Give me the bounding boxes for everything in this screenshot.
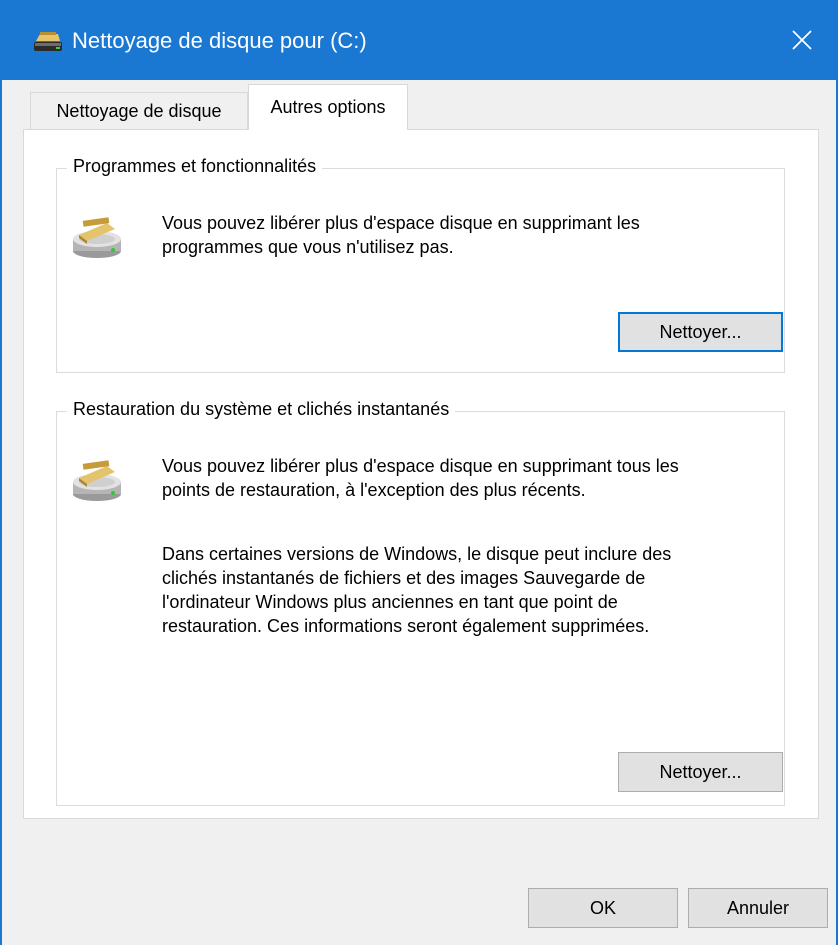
restore-cleanup-button[interactable]: Nettoyer... xyxy=(618,752,783,792)
programs-group-legend: Programmes et fonctionnalités xyxy=(67,156,323,177)
tab-autres-options[interactable]: Autres options xyxy=(248,84,408,130)
programs-description: Vous pouvez libérer plus d'espace disque… xyxy=(162,211,640,259)
disk-cleanup-icon xyxy=(34,32,62,51)
restore-note-line: restauration. Ces informations seront ég… xyxy=(162,616,650,636)
tab-nettoyage-de-disque[interactable]: Nettoyage de disque xyxy=(30,92,248,130)
restore-description: Vous pouvez libérer plus d'espace disque… xyxy=(162,454,679,502)
restore-group-legend: Restauration du système et clichés insta… xyxy=(67,399,456,420)
title-bar[interactable]: Nettoyage de disque pour (C:) xyxy=(2,0,836,80)
tab-label: Nettoyage de disque xyxy=(56,101,222,121)
close-button[interactable] xyxy=(768,0,836,80)
programs-group: Programmes et fonctionnalités Vous pouve… xyxy=(56,156,785,373)
ok-button[interactable]: OK xyxy=(528,888,678,928)
restore-group: Restauration du système et clichés insta… xyxy=(56,399,785,806)
tab-label: Autres options xyxy=(270,97,386,117)
restore-note-line: clichés instantanés de fichiers et des i… xyxy=(162,568,646,588)
disk-cleanup-icon xyxy=(73,460,121,501)
programs-cleanup-button[interactable]: Nettoyer... xyxy=(618,312,783,352)
restore-shadow-copy-note: Dans certaines versions de Windows, le d… xyxy=(162,542,671,638)
disk-cleanup-window: Nettoyage de disque pour (C:) Nettoyage … xyxy=(0,0,838,945)
restore-note-line: l'ordinateur Windows plus anciennes en t… xyxy=(162,592,618,612)
cancel-button[interactable]: Annuler xyxy=(688,888,828,928)
close-icon xyxy=(792,30,812,50)
window-title: Nettoyage de disque pour (C:) xyxy=(72,28,367,53)
programs-description-line: programmes que vous n'utilisez pas. xyxy=(162,237,454,257)
disk-cleanup-icon xyxy=(73,217,121,258)
restore-description-line: Vous pouvez libérer plus d'espace disque… xyxy=(162,456,679,476)
restore-note-line: Dans certaines versions de Windows, le d… xyxy=(162,544,672,564)
tab-panel-autres-options: Programmes et fonctionnalités Vous pouve… xyxy=(23,129,819,819)
restore-description-line: points de restauration, à l'exception de… xyxy=(162,480,586,500)
programs-description-line: Vous pouvez libérer plus d'espace disque… xyxy=(162,213,640,233)
